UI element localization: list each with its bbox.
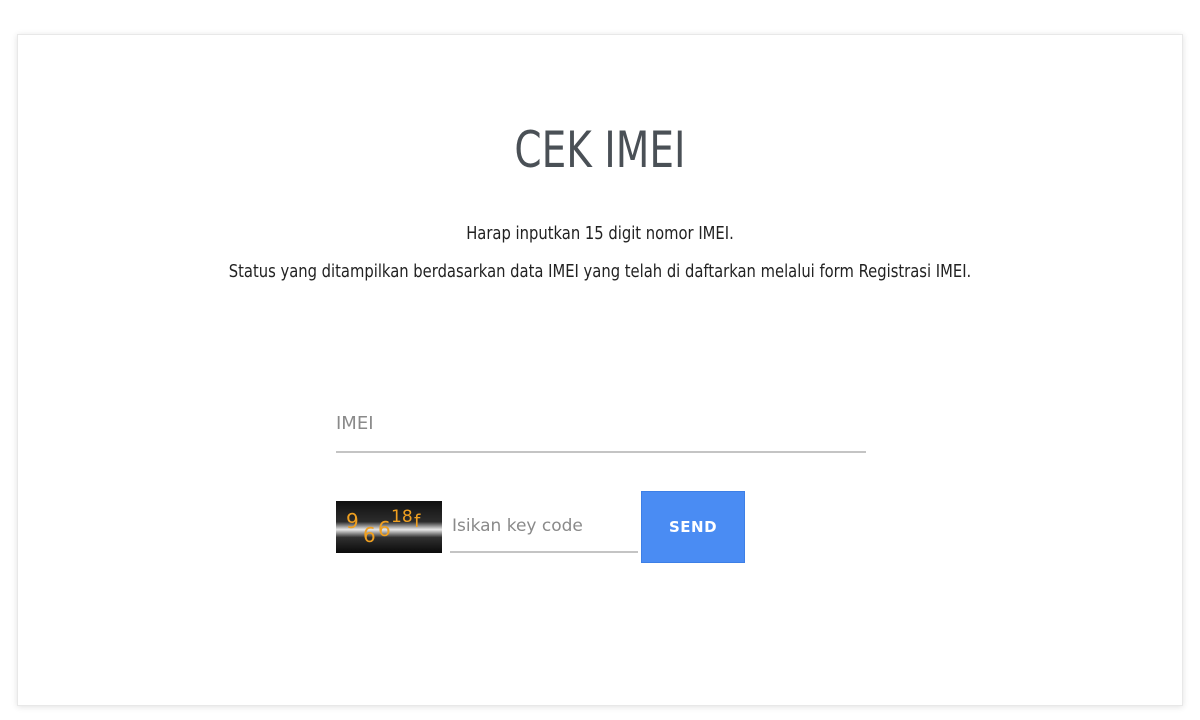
captcha-char: 9 <box>346 509 359 533</box>
imei-field-wrapper <box>336 395 866 455</box>
send-button[interactable]: SEND <box>641 491 745 563</box>
key-code-field-wrapper <box>450 501 638 553</box>
captcha-char: 6 <box>363 523 376 547</box>
description-line-1: Harap inputkan 15 digit nomor IMEI. <box>466 223 734 244</box>
captcha-image: 9 6 6 18 f <box>336 501 442 553</box>
description-line-2: Status yang ditampilkan berdasarkan data… <box>228 261 972 282</box>
main-card: CEK IMEI Harap inputkan 15 digit nomor I… <box>17 34 1183 706</box>
imei-input[interactable] <box>336 395 866 453</box>
captcha-char: 18 <box>391 507 413 527</box>
page-title: CEK IMEI <box>514 121 686 179</box>
captcha-char: f <box>414 511 421 532</box>
captcha-char: 6 <box>378 517 391 541</box>
key-code-input[interactable] <box>450 501 638 553</box>
